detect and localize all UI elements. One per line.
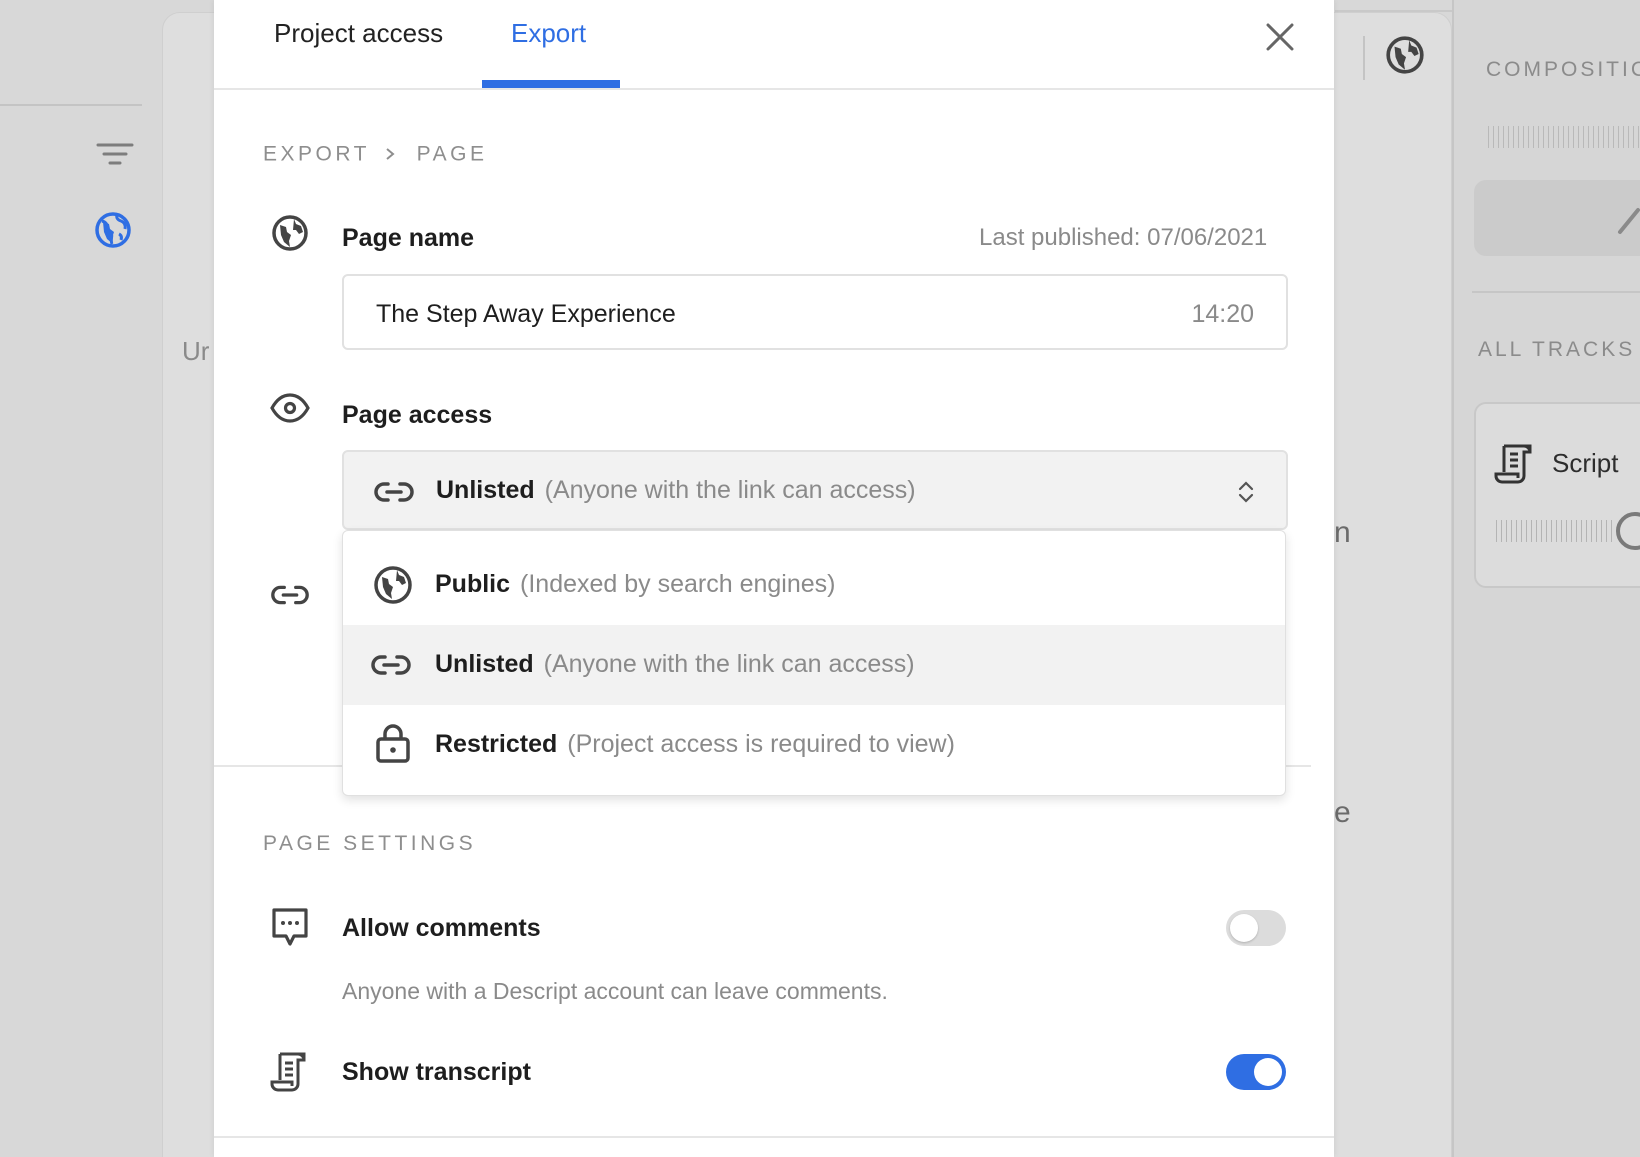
volume-meter bbox=[1488, 126, 1640, 148]
eye-icon bbox=[270, 393, 310, 423]
tab-bar: Project access Export bbox=[214, 0, 1334, 90]
page-access-label: Page access bbox=[342, 401, 493, 429]
panel-divider bbox=[1472, 291, 1640, 293]
show-transcript-label: Show transcript bbox=[342, 1058, 531, 1086]
option-hint: (Anyone with the link can access) bbox=[543, 650, 915, 678]
publish-modal: Project access Export EXPORT PAGE Page n… bbox=[214, 0, 1334, 1157]
option-text: Unlisted (Anyone with the link can access… bbox=[435, 650, 915, 679]
link-icon bbox=[271, 585, 309, 605]
background-text: Ur bbox=[182, 336, 210, 366]
lock-icon bbox=[376, 724, 410, 763]
comment-icon bbox=[272, 908, 308, 946]
toolbar-divider bbox=[1335, 10, 1455, 12]
option-restricted[interactable]: Restricted (Project access is required to… bbox=[343, 705, 1285, 785]
selected-option-hint: (Anyone with the link can access) bbox=[544, 476, 916, 504]
allow-comments-label: Allow comments bbox=[342, 914, 541, 942]
option-text: Restricted (Project access is required to… bbox=[435, 730, 955, 759]
composition-label: COMPOSITIC bbox=[1486, 58, 1640, 81]
link-icon bbox=[374, 482, 414, 502]
close-icon[interactable] bbox=[1263, 20, 1297, 54]
link-icon bbox=[371, 655, 411, 675]
option-hint: (Project access is required to view) bbox=[567, 730, 955, 758]
toolbar-divider bbox=[1363, 36, 1365, 80]
pencil-icon bbox=[1618, 208, 1640, 234]
tab-project-access[interactable]: Project access bbox=[274, 18, 443, 49]
selected-option: Unlisted (Anyone with the link can access… bbox=[436, 476, 916, 505]
allow-comments-toggle[interactable] bbox=[1226, 910, 1286, 946]
breadcrumb-export[interactable]: EXPORT bbox=[263, 142, 370, 165]
track-name: Script bbox=[1552, 448, 1619, 478]
globe-icon bbox=[374, 566, 412, 604]
option-hint: (Indexed by search engines) bbox=[520, 570, 836, 598]
section-divider bbox=[214, 1136, 1334, 1138]
option-name: Unlisted bbox=[435, 650, 534, 678]
show-transcript-toggle[interactable] bbox=[1226, 1054, 1286, 1090]
tab-export[interactable]: Export bbox=[511, 18, 586, 49]
script-icon bbox=[1494, 444, 1532, 484]
chevron-right-icon bbox=[386, 148, 395, 161]
transcript-icon bbox=[270, 1052, 306, 1092]
selected-option-name: Unlisted bbox=[436, 476, 535, 504]
background-text: n bbox=[1334, 516, 1351, 549]
page-name-input[interactable]: The Step Away Experience 14:20 bbox=[342, 274, 1288, 350]
duration-text: 14:20 bbox=[1191, 300, 1254, 328]
page-settings-heading: PAGE SETTINGS bbox=[263, 832, 477, 855]
breadcrumb-page: PAGE bbox=[416, 142, 488, 166]
option-unlisted[interactable]: Unlisted (Anyone with the link can access… bbox=[343, 625, 1285, 705]
page-access-dropdown: Public (Indexed by search engines) Unlist… bbox=[342, 530, 1286, 796]
track-volume-meter bbox=[1496, 520, 1614, 542]
toggle-knob bbox=[1230, 914, 1258, 942]
breadcrumb: EXPORT PAGE bbox=[263, 142, 487, 166]
globe-icon bbox=[272, 215, 308, 251]
option-public[interactable]: Public (Indexed by search engines) bbox=[343, 545, 1285, 625]
background-text: e bbox=[1334, 796, 1351, 829]
page-name-label: Page name bbox=[342, 224, 475, 252]
left-panel-divider bbox=[0, 104, 142, 106]
chevron-updown-icon bbox=[1238, 481, 1254, 503]
all-tracks-label: ALL TRACKS bbox=[1478, 338, 1636, 361]
toggle-knob bbox=[1254, 1058, 1282, 1086]
publish-globe-icon[interactable] bbox=[1384, 34, 1426, 76]
allow-comments-description: Anyone with a Descript account can leave… bbox=[342, 978, 888, 1004]
globe-icon bbox=[95, 212, 131, 248]
filter-icon bbox=[96, 143, 134, 165]
option-text: Public (Indexed by search engines) bbox=[435, 570, 835, 599]
page-access-select[interactable]: Unlisted (Anyone with the link can access… bbox=[342, 450, 1288, 530]
page-name-value: The Step Away Experience bbox=[376, 300, 676, 328]
last-published-text: Last published: 07/06/2021 bbox=[979, 224, 1268, 251]
track-card[interactable] bbox=[1474, 402, 1640, 588]
option-name: Public bbox=[435, 570, 511, 598]
option-name: Restricted bbox=[435, 730, 558, 758]
active-tab-indicator bbox=[482, 80, 620, 88]
